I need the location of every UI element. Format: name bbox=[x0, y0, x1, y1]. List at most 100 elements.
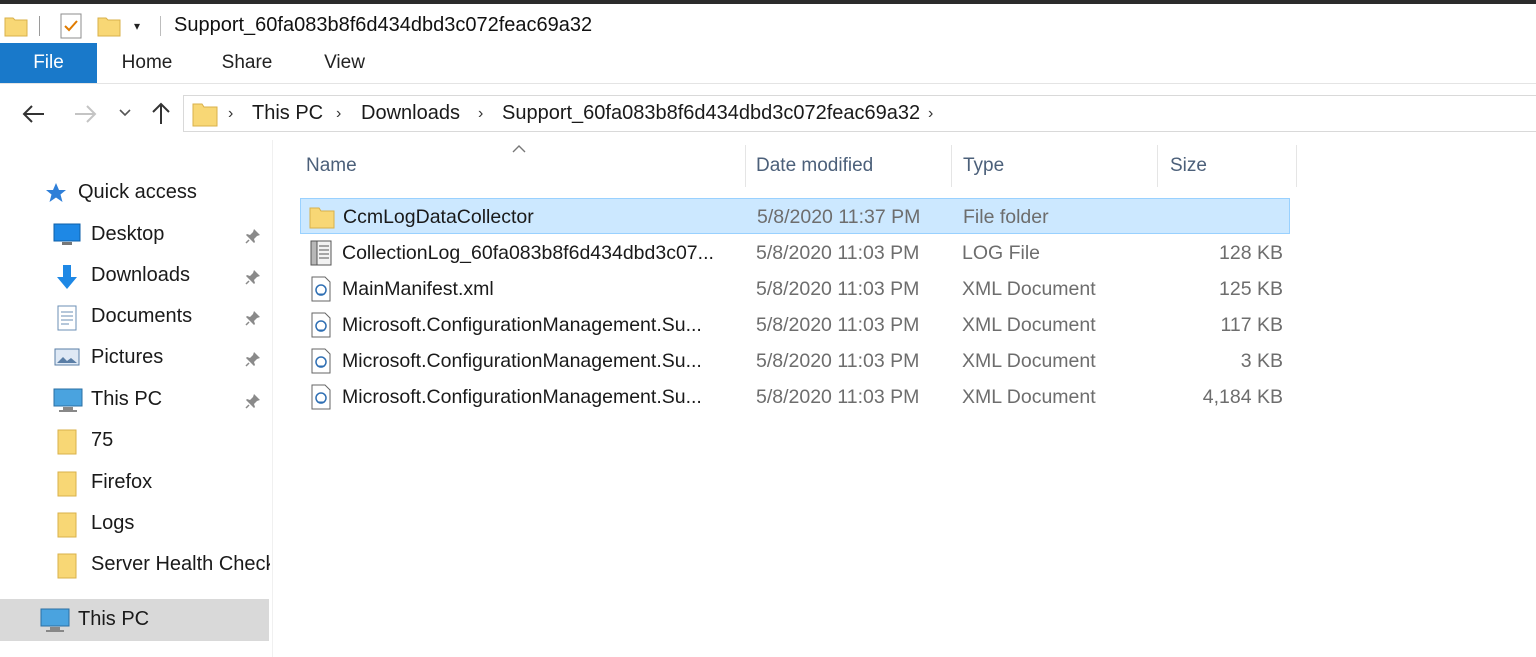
pictures-icon bbox=[53, 345, 81, 371]
folder-icon bbox=[53, 428, 81, 455]
pin-icon[interactable] bbox=[244, 227, 262, 245]
nav-this-pc-root[interactable]: This PC bbox=[0, 599, 269, 641]
new-folder-icon[interactable] bbox=[97, 14, 121, 43]
pin-icon[interactable] bbox=[244, 268, 262, 286]
nav-item-label: 75 bbox=[91, 429, 114, 451]
column-header-size[interactable]: Size bbox=[1157, 145, 1297, 187]
column-header-name[interactable]: Name bbox=[300, 145, 745, 187]
file-name: Microsoft.ConfigurationManagement.Su... bbox=[342, 386, 702, 408]
file-type: XML Document bbox=[962, 386, 1096, 408]
file-date-modified: 5/8/2020 11:03 PM bbox=[756, 242, 920, 264]
file-row[interactable]: MainManifest.xml 5/8/2020 11:03 PM XML D… bbox=[300, 271, 1290, 307]
up-arrow-icon[interactable] bbox=[147, 100, 175, 128]
file-date-modified: 5/8/2020 11:03 PM bbox=[756, 278, 920, 300]
folder-icon bbox=[309, 204, 335, 230]
file-name: Microsoft.ConfigurationManagement.Su... bbox=[342, 350, 702, 372]
file-size: 125 KB bbox=[1219, 278, 1283, 300]
column-header-date-modified[interactable]: Date modified bbox=[745, 145, 951, 187]
column-header-type[interactable]: Type bbox=[951, 145, 1157, 187]
file-row[interactable]: Microsoft.ConfigurationManagement.Su... … bbox=[300, 307, 1290, 343]
breadcrumb-separator[interactable]: › bbox=[478, 105, 483, 123]
file-date-modified: 5/8/2020 11:03 PM bbox=[756, 350, 920, 372]
file-type: XML Document bbox=[962, 314, 1096, 336]
pin-icon[interactable] bbox=[244, 309, 262, 327]
nav-item-label: Pictures bbox=[91, 346, 164, 368]
xml-file-icon bbox=[308, 312, 334, 338]
file-name: Microsoft.ConfigurationManagement.Su... bbox=[342, 314, 702, 336]
file-size: 3 KB bbox=[1240, 350, 1283, 372]
file-row[interactable]: CollectionLog_60fa083b8f6d434dbd3c07... … bbox=[300, 235, 1290, 271]
breadcrumb-this-pc[interactable]: This PC bbox=[252, 102, 323, 125]
chevron-down-icon[interactable] bbox=[116, 104, 134, 122]
file-date-modified: 5/8/2020 11:37 PM bbox=[757, 206, 921, 228]
pin-icon[interactable] bbox=[244, 350, 262, 368]
xml-file-icon bbox=[308, 348, 334, 374]
downloads-icon bbox=[53, 263, 81, 289]
file-type: LOG File bbox=[962, 242, 1041, 264]
tab-view[interactable]: View bbox=[297, 43, 392, 83]
file-name: CollectionLog_60fa083b8f6d434dbd3c07... bbox=[342, 242, 714, 264]
nav-item-label: Desktop bbox=[91, 223, 165, 245]
nav-item-pictures[interactable]: Pictures bbox=[53, 338, 233, 376]
this-pc-icon bbox=[53, 387, 83, 413]
folder-icon bbox=[53, 552, 81, 579]
file-row[interactable]: Microsoft.ConfigurationManagement.Su... … bbox=[300, 343, 1290, 379]
file-type: XML Document bbox=[962, 350, 1096, 372]
nav-item-label: This PC bbox=[91, 388, 163, 410]
file-name: MainManifest.xml bbox=[342, 278, 494, 300]
breadcrumb-separator[interactable]: › bbox=[928, 105, 933, 123]
folder-icon bbox=[53, 511, 81, 538]
documents-icon bbox=[53, 304, 81, 331]
file-row[interactable]: Microsoft.ConfigurationManagement.Su... … bbox=[300, 379, 1290, 415]
file-date-modified: 5/8/2020 11:03 PM bbox=[756, 386, 920, 408]
file-size: 117 KB bbox=[1220, 314, 1283, 336]
desktop-icon bbox=[53, 222, 81, 248]
nav-item-downloads[interactable]: Downloads bbox=[53, 256, 233, 294]
nav-quick-access[interactable]: Quick access bbox=[44, 173, 264, 211]
quick-access-separator bbox=[39, 16, 40, 36]
log-file-icon bbox=[308, 240, 334, 266]
navigation-pane: Quick access Desktop Downloads Documents… bbox=[0, 140, 273, 657]
file-type: File folder bbox=[963, 206, 1049, 228]
file-date-modified: 5/8/2020 11:03 PM bbox=[756, 314, 920, 336]
forward-arrow-icon[interactable] bbox=[71, 100, 99, 128]
breadcrumb-separator[interactable]: › bbox=[336, 105, 341, 123]
file-row[interactable]: CcmLogDataCollector 5/8/2020 11:37 PM Fi… bbox=[300, 198, 1290, 234]
nav-item-label: Downloads bbox=[91, 264, 190, 286]
pin-icon[interactable] bbox=[244, 392, 262, 410]
title-bar: ▾ Support_60fa083b8f6d434dbd3c072feac69a… bbox=[0, 4, 1536, 42]
window-title: Support_60fa083b8f6d434dbd3c072feac69a32 bbox=[174, 14, 593, 36]
title-separator bbox=[160, 16, 161, 36]
tab-home[interactable]: Home bbox=[97, 43, 197, 83]
folder-icon[interactable] bbox=[4, 14, 28, 43]
nav-item-firefox[interactable]: Firefox bbox=[53, 463, 273, 501]
file-type: XML Document bbox=[962, 278, 1096, 300]
back-arrow-icon[interactable] bbox=[20, 100, 48, 128]
breadcrumb-separator[interactable]: › bbox=[228, 105, 233, 123]
breadcrumb-downloads[interactable]: Downloads bbox=[361, 102, 460, 125]
address-bar[interactable]: › This PC › Downloads › Support_60fa083b… bbox=[183, 95, 1536, 132]
nav-item-logs[interactable]: Logs bbox=[53, 504, 273, 542]
breadcrumb-current-folder[interactable]: Support_60fa083b8f6d434dbd3c072feac69a32 bbox=[502, 102, 920, 125]
nav-item-75[interactable]: 75 bbox=[53, 421, 273, 459]
nav-item-desktop[interactable]: Desktop bbox=[53, 215, 233, 253]
this-pc-icon bbox=[40, 607, 70, 638]
properties-icon[interactable] bbox=[60, 13, 82, 44]
star-icon bbox=[44, 181, 72, 207]
tab-file[interactable]: File bbox=[0, 43, 97, 83]
folder-icon bbox=[192, 100, 218, 133]
file-name: CcmLogDataCollector bbox=[343, 206, 534, 228]
nav-item-this-pc[interactable]: This PC bbox=[53, 380, 233, 418]
xml-file-icon bbox=[308, 276, 334, 302]
nav-item-label: Firefox bbox=[91, 471, 153, 493]
nav-quick-access-label: Quick access bbox=[78, 181, 197, 203]
nav-item-documents[interactable]: Documents bbox=[53, 297, 233, 335]
folder-icon bbox=[53, 470, 81, 497]
nav-item-label: Server Health Check bbox=[91, 553, 270, 575]
nav-item-server-health-check[interactable]: Server Health Check bbox=[53, 545, 270, 583]
file-size: 128 KB bbox=[1219, 242, 1283, 264]
customize-quick-access-dropdown[interactable]: ▾ bbox=[134, 19, 140, 33]
xml-file-icon bbox=[308, 384, 334, 410]
ribbon-tabs: File Home Share View bbox=[0, 43, 1536, 84]
tab-share[interactable]: Share bbox=[197, 43, 297, 83]
